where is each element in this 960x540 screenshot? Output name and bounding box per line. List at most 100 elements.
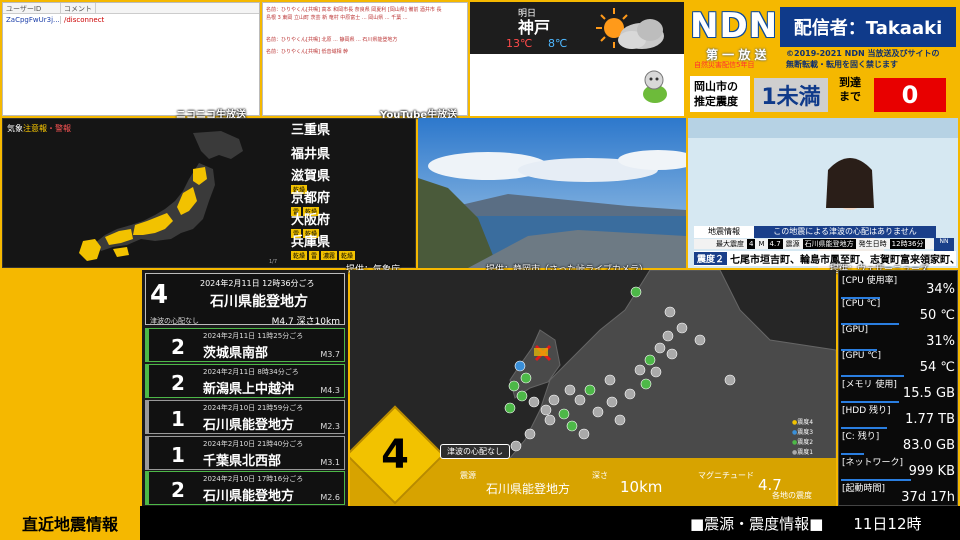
arrival-countdown: 0	[874, 78, 946, 112]
monitor-cpu-usage: [CPU 使用率] 34%	[841, 273, 957, 300]
quake-item[interactable]: 1 2024年2月10日 21時40分ごろ 千葉県北西部 M3.1	[145, 436, 345, 470]
prefecture-item: 滋賀県 乾燥	[291, 165, 355, 194]
monitor-value: 83.0 GB	[902, 438, 955, 453]
legend-item: ●震度1	[792, 449, 814, 456]
station-intensity-dot	[504, 402, 516, 414]
monitor-value: 1.77 TB	[905, 412, 955, 427]
comment-column: コメント	[61, 3, 96, 13]
station-intensity-dot	[654, 342, 666, 354]
news-mag-label: M	[758, 240, 765, 248]
monitor-value: 15.5 GB	[902, 386, 955, 401]
predicted-intensity-label: 岡山市の 推定震度	[690, 76, 750, 112]
legend-item: ●震度2	[792, 439, 814, 446]
monitor-memory: [メモリ 使用] 15.5 GB	[841, 377, 957, 404]
news-mag-value: 4.7	[767, 239, 783, 249]
quake-item[interactable]: 1 2024年2月10日 21時59分ごろ 石川県能登地方 M2.3	[145, 400, 345, 434]
quake-location: 石川県能登地方	[203, 418, 295, 433]
legend-label: 震度4	[797, 419, 814, 426]
station-intensity-dot	[650, 366, 662, 378]
monitor-label: [HDD 残り]	[842, 406, 891, 416]
news-max-value: 4	[747, 239, 756, 249]
alert-tag: 雷	[309, 251, 320, 260]
station-intensity-dot	[624, 388, 636, 400]
quake-item-latest[interactable]: 4 2024年2月11日 12時36分ごろ 石川県能登地方 津波の心配なし M4…	[145, 273, 345, 327]
news-time-label: 発生日時	[858, 240, 887, 248]
bottom-ticker: ■震源・震度情報■ 11日12時	[690, 515, 922, 533]
recent-quake-title: 直近地震情報	[0, 506, 140, 540]
monitor-gpu-usage: [GPU] 31%	[841, 325, 957, 352]
predicted-intensity-value: 1未満	[754, 78, 828, 112]
alert-tag: 濃霧	[321, 251, 338, 260]
quake-datetime: 2024年2月10日 21時59分ごろ	[203, 404, 304, 412]
station-intensity-dot	[676, 322, 688, 334]
live-camera-view	[418, 118, 686, 268]
alert-tag: 乾燥	[291, 251, 308, 260]
monitor-value: 54 ℃	[919, 360, 955, 375]
quake-intensity-map: 4 津波の心配なし 震源 石川県能登地方 深さ 10km マグニチュード 4.7…	[350, 270, 836, 506]
station-intensity-dot	[664, 306, 676, 318]
quake-shindo: 2	[171, 478, 185, 502]
monitor-label: [CPU 使用率]	[842, 276, 898, 286]
prefecture-item: 大阪府 雷乾燥	[291, 209, 355, 238]
quake-shindo: 2	[171, 371, 185, 395]
mascot-icon	[643, 70, 667, 103]
pred-label-line: 岡山市の	[694, 80, 738, 93]
quake-datetime: 2024年2月10日 21時40分ごろ	[203, 440, 304, 448]
station-intensity-dot	[694, 334, 706, 346]
recent-quake-list: 4 2024年2月11日 12時36分ごろ 石川県能登地方 津波の心配なし M4…	[142, 270, 348, 506]
chat-line: 名前：ひりやくん[共鳴] 北原 ... 静岡県 ... 石川県能登地方	[266, 37, 398, 43]
comment-panel: ユーザーID コメント ZaCpgFwUr3j... /disconnect	[2, 2, 260, 116]
news-headline: この地震による津波の心配はありません	[754, 226, 936, 238]
arrival-label: 到達 まで	[832, 76, 868, 104]
comment-user-id: ZaCpgFwUr3j...	[3, 16, 61, 24]
comment-row[interactable]: ZaCpgFwUr3j... /disconnect	[3, 14, 259, 26]
quake-shindo: 4	[150, 280, 169, 310]
copyright-line: ©2019-2021 NDN 当放送及びサイトの	[786, 49, 940, 58]
bottom-bar: 直近地震情報 ■震源・震度情報■ 11日12時	[0, 506, 960, 540]
prefecture-item: 福井県	[291, 143, 355, 165]
chat-line: 名前：ひりやくん[共鳴] 高本 和岡市長 奈良県 岡夏利 [岡山県] 備前 酒井…	[266, 7, 442, 13]
intensity-legend: ●震度4 ●震度3 ●震度2 ●震度1	[792, 418, 813, 458]
broadcaster-name: 配信者：Takaaki	[780, 7, 956, 47]
station-intensity-dot	[634, 364, 646, 376]
station-intensity-dot	[592, 406, 604, 418]
quake-datetime: 2024年2月11日 8時34分ごろ	[203, 368, 299, 376]
prefecture-list: 三重県 福井県 滋賀県 乾燥 京都府 雷乾燥 大阪府 雷乾燥 兵庫県 乾燥雷濃霧…	[291, 119, 356, 260]
monitor-value: 31%	[926, 334, 955, 349]
station-intensity-dot	[558, 408, 570, 420]
copyright-line: 無断転載・転用を固く禁じます	[786, 60, 898, 69]
monitor-gpu-temp: [GPU ℃] 54 ℃	[841, 351, 957, 378]
monitor-value: 37d 17h	[901, 490, 955, 505]
station-intensity-dot	[578, 428, 590, 440]
station-intensity-dot	[630, 286, 642, 298]
monitor-label: [GPU ℃]	[842, 351, 881, 361]
quake-item[interactable]: 2 2024年2月11日 11時25分ごろ 茨城県南部 M3.7	[145, 328, 345, 362]
monitor-hdd: [HDD 残り] 1.77 TB	[841, 403, 957, 430]
legend-label: 震度3	[797, 429, 814, 436]
user-id-column: ユーザーID	[3, 3, 61, 13]
arrival-label-line: 到達	[839, 76, 861, 89]
station-intensity-dot	[544, 414, 556, 426]
prefecture-name: 三重県	[291, 123, 331, 138]
quake-item[interactable]: 2 2024年2月10日 17時16分ごろ 石川県能登地方 M2.6	[145, 471, 345, 505]
quake-location: 新潟県上中越沖	[203, 382, 295, 397]
prefecture-name: 兵庫県	[291, 235, 331, 250]
epicenter-label: 震源	[460, 471, 476, 480]
monitor-label: [C: 残り]	[842, 432, 880, 442]
depth-value: 10km	[620, 478, 663, 496]
epicenter-value: 石川県能登地方	[486, 482, 571, 496]
comment-header: ユーザーID コメント	[3, 3, 259, 14]
shindo-big-value: 4	[381, 432, 409, 478]
quake-item[interactable]: 2 2024年2月11日 8時34分ごろ 新潟県上中越沖 M4.3	[145, 364, 345, 398]
station-intensity-dot	[510, 440, 522, 452]
news-broadcast-view: 地震情報 この地震による津波の心配はありません 最大震度 4 M 4.7 震源 …	[688, 118, 958, 268]
prefecture-name: 滋賀県	[291, 169, 331, 184]
monitor-cpu-temp: [CPU ℃] 50 ℃	[841, 299, 957, 326]
quake-magnitude: M3.1	[320, 458, 340, 467]
station-intensity-dot	[724, 374, 736, 386]
station-intensity-dot	[540, 404, 552, 416]
quake-magnitude: M3.7	[320, 350, 340, 359]
coast-landscape-image	[418, 118, 686, 268]
quake-datetime: 2024年2月11日 11時25分ごろ	[203, 332, 304, 340]
quake-shindo: 1	[171, 443, 185, 467]
